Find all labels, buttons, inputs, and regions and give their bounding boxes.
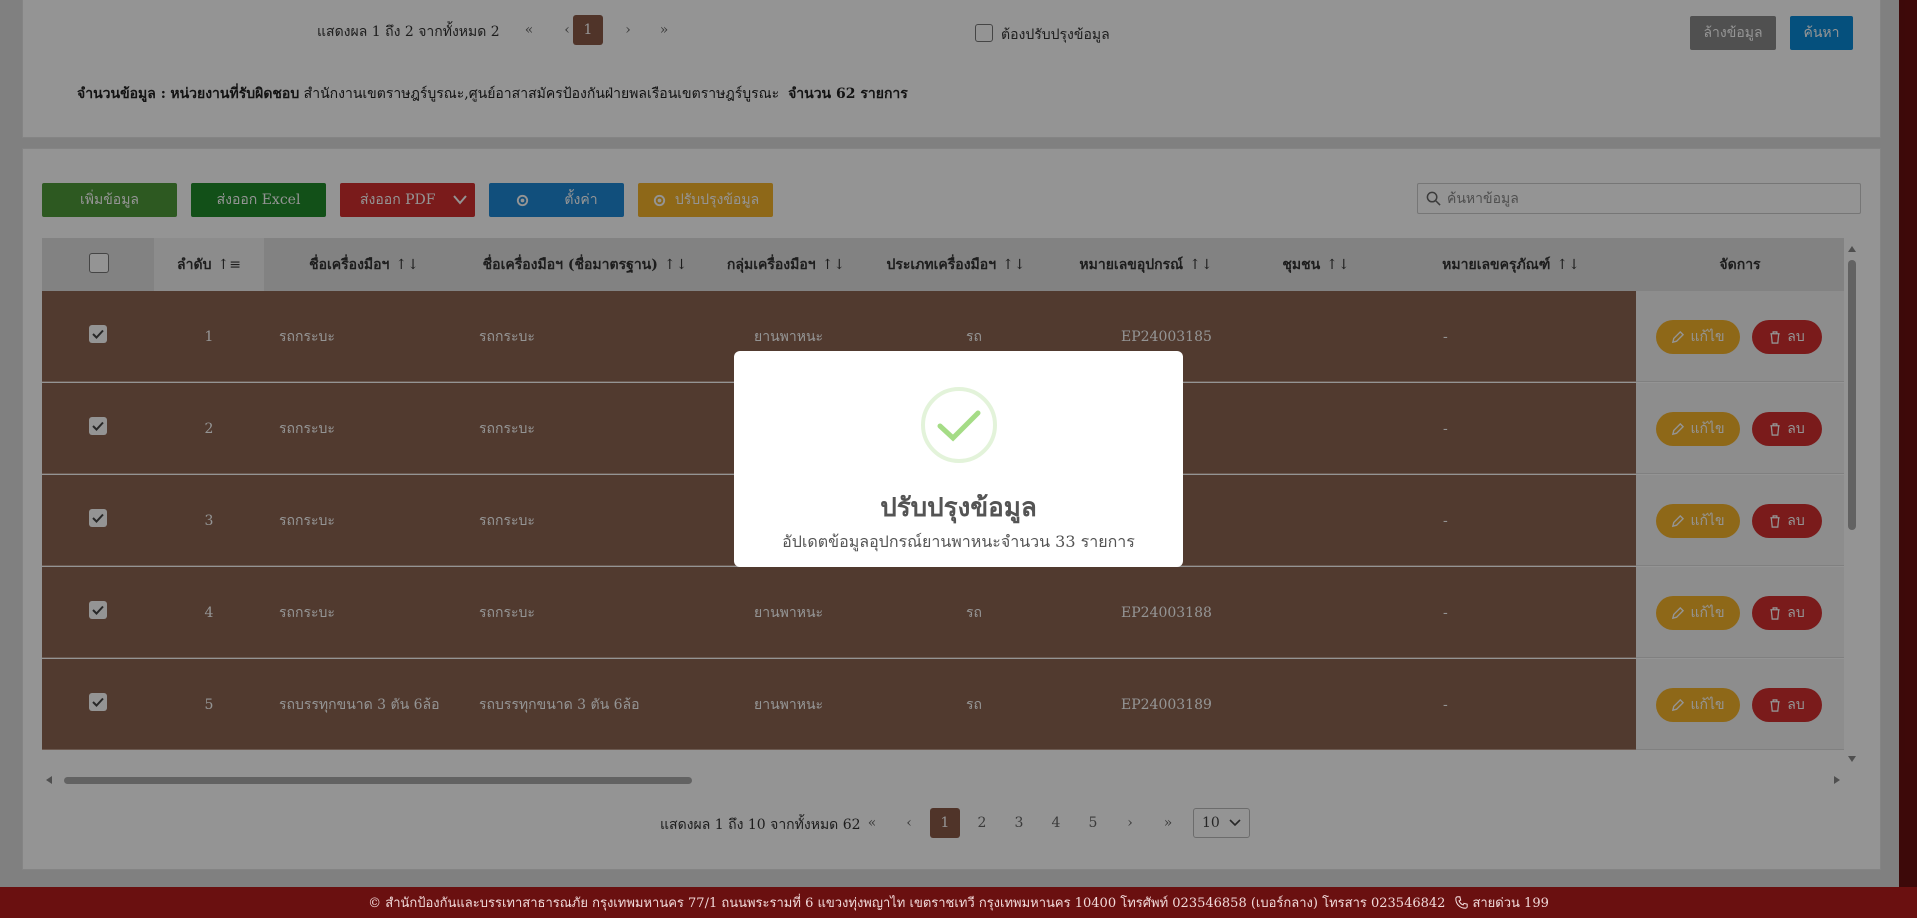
check-circle-icon: [921, 387, 997, 463]
modal-message: อัปเดตข้อมูลอุปกรณ์ยานพาหนะจำนวน 33 รายก…: [782, 532, 1135, 551]
modal-title: ปรับปรุงข้อมูล: [880, 493, 1037, 523]
footer-text: © สำนักป้องกันและบรรเทาสาธารณภัย กรุงเทพ…: [368, 896, 1446, 911]
footer-hotline: สายด่วน 199: [1472, 896, 1549, 911]
phone-icon: [1455, 896, 1469, 909]
footer: © สำนักป้องกันและบรรเทาสาธารณภัย กรุงเทพ…: [0, 887, 1917, 918]
success-modal: ปรับปรุงข้อมูล อัปเดตข้อมูลอุปกรณ์ยานพาห…: [734, 351, 1183, 567]
